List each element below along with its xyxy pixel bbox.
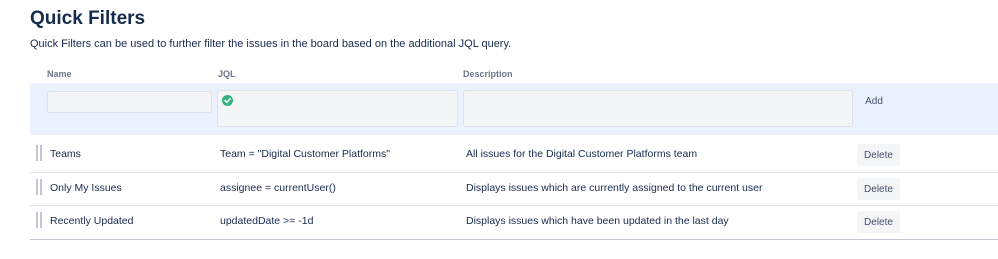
filter-row[interactable]: Only My Issues assignee = currentUser() … <box>30 172 998 206</box>
filter-description[interactable]: Displays issues which are currently assi… <box>466 182 762 194</box>
filter-name[interactable]: Only My Issues <box>50 182 122 194</box>
filter-name[interactable]: Teams <box>50 148 81 160</box>
check-circle-icon <box>222 95 233 106</box>
delete-button[interactable]: Delete <box>857 144 900 166</box>
delete-button[interactable]: Delete <box>857 178 900 200</box>
filter-description[interactable]: All issues for the Digital Customer Plat… <box>466 148 697 160</box>
filter-name[interactable]: Recently Updated <box>50 215 133 227</box>
filter-jql[interactable]: updatedDate >= -1d <box>220 215 313 227</box>
drag-handle-icon[interactable] <box>36 179 42 195</box>
table-bottom-border <box>30 239 998 240</box>
page-description: Quick Filters can be used to further fil… <box>30 38 512 50</box>
resize-handle-icon[interactable] <box>448 117 455 124</box>
filter-name-input[interactable] <box>47 91 212 113</box>
column-header-jql: JQL <box>218 69 236 79</box>
filter-row[interactable]: Recently Updated updatedDate >= -1d Disp… <box>30 205 998 239</box>
drag-handle-icon[interactable] <box>36 145 42 161</box>
page-title: Quick Filters <box>30 8 146 29</box>
resize-handle-icon[interactable] <box>843 117 850 124</box>
filter-jql[interactable]: Team = "Digital Customer Platforms" <box>220 148 390 160</box>
add-button[interactable]: Add <box>859 91 889 112</box>
delete-button[interactable]: Delete <box>857 211 900 233</box>
jql-query-textarea[interactable] <box>217 90 458 127</box>
filter-description[interactable]: Displays issues which have been updated … <box>466 215 729 227</box>
filter-jql[interactable]: assignee = currentUser() <box>220 182 336 194</box>
drag-handle-icon[interactable] <box>36 212 42 228</box>
filter-row[interactable]: Teams Team = "Digital Customer Platforms… <box>30 138 998 172</box>
filter-description-textarea[interactable] <box>463 90 853 127</box>
column-header-name: Name <box>47 69 72 79</box>
column-header-description: Description <box>463 69 513 79</box>
create-filter-row: Add <box>30 83 998 135</box>
